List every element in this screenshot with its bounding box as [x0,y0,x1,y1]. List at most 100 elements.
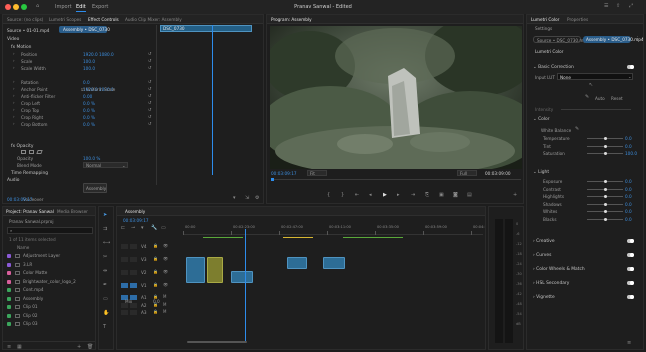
lumetri-slider[interactable] [587,202,623,206]
track-target[interactable] [130,270,137,275]
tab-effect-controls[interactable]: Effect Controls [88,17,119,22]
chevron-right-icon[interactable]: › [13,66,15,70]
step-back-icon[interactable]: ◂ [369,193,372,198]
go-to-in-icon[interactable]: ⇤ [355,193,359,198]
project-col-name[interactable]: Name [17,245,29,250]
project-item[interactable]: Cont.mp4 [7,287,93,294]
project-item[interactable]: Color Matte [7,270,93,277]
project-item[interactable]: Clip 02 [7,313,93,320]
slider-knob[interactable] [604,180,607,183]
lock-icon[interactable]: 🔒 [153,244,158,248]
track-target[interactable] [130,244,137,249]
project-item[interactable]: Assembly [7,296,93,303]
motion-prop-value[interactable]: 100.0 [83,66,95,71]
export-frame-icon[interactable]: ⇲ [245,196,249,201]
selection-tool-icon[interactable]: ➤ [103,213,107,218]
tab-program[interactable]: Program: Assembly [271,17,312,22]
timeline-timecode[interactable]: 00:03:09:17 [123,218,149,223]
lumetri-section-header[interactable]: › Curves [533,253,551,258]
source-patch[interactable] [121,270,128,275]
tab-source[interactable]: Source: (no clips) [7,17,43,22]
lock-icon[interactable]: 🔒 [153,310,158,314]
ripple-edit-tool-icon[interactable]: ⟷ [103,241,110,246]
chevron-right-icon[interactable]: › [13,122,15,126]
lumetri-slider[interactable] [587,187,623,191]
blend-mode-select[interactable]: Normal ⌄ [83,162,128,168]
light-subsection[interactable]: ⌄ Light [533,170,549,175]
rectangle-tool-icon[interactable]: ▭ [103,297,108,302]
timeline-scrollbar[interactable] [117,339,485,345]
lumetri-slider[interactable] [587,217,623,221]
source-clip-label[interactable]: Source • 01-01.mp4 [7,28,49,33]
project-search-input[interactable]: ⌕ [7,227,93,234]
lumetri-section-toggle[interactable] [627,253,634,257]
slider-knob[interactable] [604,152,607,155]
go-to-out-icon[interactable]: ⇥ [411,193,415,198]
slider-knob[interactable] [604,217,607,221]
eye-icon[interactable]: M [163,302,166,307]
eye-icon[interactable]: 👁 [163,283,168,287]
clip-yellow-1[interactable] [207,257,223,283]
slider-knob[interactable] [604,210,607,213]
intensity-slider[interactable] [561,109,631,110]
motion-prop-value[interactable]: 0.0 % [83,122,95,127]
clip-bar[interactable]: DSC_0730 [160,25,252,32]
timeline-ruler[interactable]: 00:00 00:02:23:00 00:02:47:00 00:03:11:00 00… [183,225,485,235]
chevron-right-icon[interactable]: › [13,108,15,112]
opacity-effect[interactable]: fx Opacity [11,144,33,149]
filter-icon[interactable]: ▾ [233,196,236,201]
source-patch[interactable] [121,244,128,249]
fullscreen-icon[interactable]: ⤢ [629,4,633,9]
add-marker-icon[interactable]: ▾ [141,226,144,231]
ellipse-mask-icon[interactable] [21,150,26,154]
pen-tool-icon[interactable]: ✒ [103,283,107,288]
lock-icon[interactable]: 🔒 [153,257,158,261]
opacity-value[interactable]: 100.0 % [83,156,100,161]
razor-tool-icon[interactable]: ✂ [103,255,107,260]
slider-knob[interactable] [604,144,607,148]
time-remapping-effect[interactable]: Time Remapping [11,171,48,176]
slider-knob[interactable] [604,202,607,206]
snap-icon[interactable]: ⊏ [121,226,125,231]
lumetri-slider-value[interactable]: 0.0 [625,194,632,199]
lumetri-section-header[interactable]: › Creative [533,239,555,244]
motion-prop-value[interactable]: 0.0 % [83,108,95,113]
icon-view-icon[interactable]: ▦ [17,345,22,350]
step-forward-icon[interactable]: ▸ [397,193,400,198]
lock-icon[interactable]: 🔒 [153,283,158,287]
input-lut-select[interactable]: None ⌄ [557,73,633,80]
lumetri-section-toggle[interactable] [627,281,634,285]
lumetri-slider[interactable] [587,137,623,140]
mark-in-icon[interactable]: { [327,193,330,198]
new-item-icon[interactable]: + [77,345,81,350]
track-select-tool-icon[interactable]: ⇉ [103,227,107,232]
tab-media-browser[interactable]: Media Browser [57,209,88,214]
motion-effect[interactable]: fx Motion [11,45,31,50]
lumetri-slider-value[interactable]: 0.0 [625,144,632,149]
clip-cyan-3[interactable] [287,257,307,269]
slip-tool-icon[interactable]: ⇹ [103,269,107,274]
motion-prop-value[interactable]: 0.00 [83,94,92,99]
reset-parameter-icon[interactable]: ↺ [148,80,151,84]
tab-lumetri-scopes[interactable]: Lumetri Scopes [49,17,81,22]
lumetri-slider[interactable] [587,210,623,213]
lumetri-section-header[interactable]: › HSL Secondary [533,281,569,286]
lumetri-slider-value[interactable]: 0.0 [625,202,632,207]
reset-parameter-icon[interactable]: ↺ [148,87,151,91]
basic-correction-toggle[interactable] [627,65,634,69]
trash-icon[interactable]: 🗑 [87,345,93,350]
eye-icon[interactable]: 👁 [163,270,168,274]
auto-button[interactable]: Auto [595,96,605,101]
ec-playhead[interactable] [212,25,213,175]
lumetri-section-header[interactable]: › Color Wheels & Match [533,267,585,272]
chevron-right-icon[interactable]: › [13,59,15,63]
scroll-icon[interactable]: ≡ [627,341,631,346]
track-target[interactable] [130,283,137,288]
chevron-right-icon[interactable]: › [13,52,15,56]
project-item[interactable]: Clip 03 [7,321,93,328]
lumetri-effect-name[interactable]: Lumetri Color [535,49,563,54]
lumetri-slider-value[interactable]: 0.0 [625,187,632,192]
fit-select[interactable]: Fit [307,170,327,176]
program-playhead[interactable] [271,178,274,181]
source-patch[interactable] [121,310,128,315]
